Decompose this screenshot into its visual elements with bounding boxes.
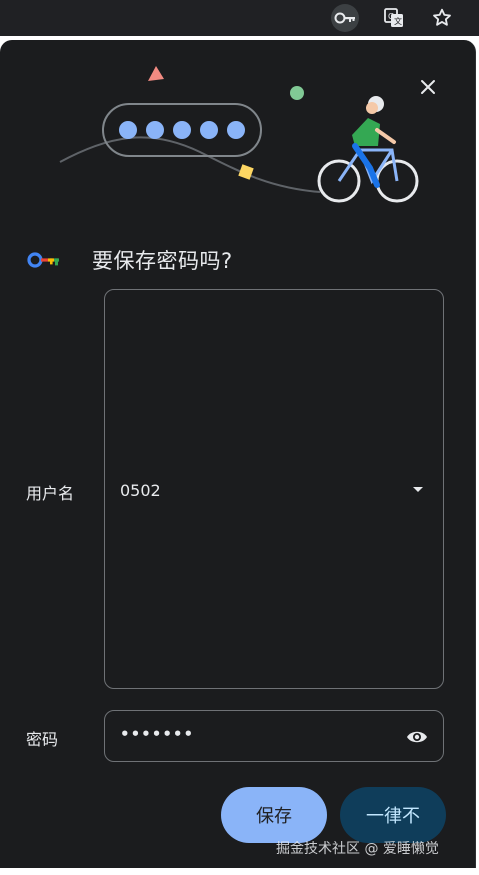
save-password-dialog: 要保存密码吗? 用户名 0502 密码 ••••••• 保存 一律不 [0,40,476,868]
username-value: 0502 [120,481,161,500]
close-button[interactable] [414,73,442,101]
eye-icon[interactable] [405,725,429,749]
password-label: 密码 [26,730,59,749]
dialog-title: 要保存密码吗? [92,249,233,273]
translate-icon[interactable]: G 文 [380,4,408,32]
dialog-header: 要保存密码吗? [26,245,233,275]
hero-illustration [59,66,419,203]
chevron-down-icon [413,487,423,492]
password-key-icon[interactable] [331,4,359,32]
watermark: 掘金技术社区 @ 爱睡懒觉 [276,841,439,857]
password-value: ••••••• [120,725,195,743]
username-dropdown[interactable]: 0502 [104,289,444,689]
never-button[interactable]: 一律不 [340,787,446,843]
save-button[interactable]: 保存 [221,787,327,843]
star-icon[interactable] [428,4,456,32]
google-key-icon [27,252,59,268]
svg-text:文: 文 [394,16,402,26]
close-icon [421,80,435,94]
browser-toolbar: G 文 [0,0,479,36]
username-label: 用户名 [26,484,75,503]
password-field[interactable]: ••••••• [104,710,444,762]
